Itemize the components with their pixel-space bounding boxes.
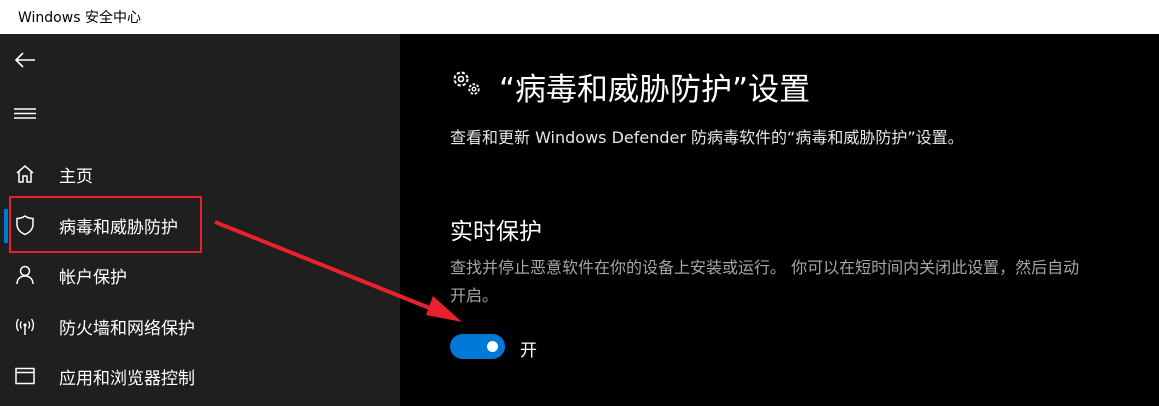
title-bar: Windows 安全中心 [0, 0, 1159, 34]
back-button[interactable] [10, 44, 42, 76]
toggle-knob [487, 341, 498, 352]
gears-icon [450, 68, 484, 98]
hamburger-icon [14, 108, 36, 119]
sidebar-item-firewall[interactable]: 防火墙和网络保护 [0, 302, 400, 350]
browser-window-icon [14, 365, 36, 387]
sidebar-item-label: 防火墙和网络保护 [59, 319, 195, 339]
antenna-icon [14, 315, 36, 337]
toggle-state-label: 开 [520, 341, 537, 361]
sidebar-item-label: 病毒和威胁防护 [59, 218, 178, 238]
sidebar-item-label: 帐户保护 [59, 268, 127, 288]
sidebar-item-label: 应用和浏览器控制 [59, 369, 195, 389]
sidebar-item-label: 主页 [59, 167, 93, 187]
selected-indicator [4, 209, 8, 243]
shield-icon [14, 214, 36, 236]
sidebar-item-account-protection[interactable]: 帐户保护 [0, 251, 400, 299]
page-description: 查看和更新 Windows Defender 防病毒软件的“病毒和威胁防护”设置… [450, 128, 964, 147]
section-title: 实时保护 [450, 219, 542, 245]
realtime-protection-toggle[interactable] [450, 334, 505, 359]
person-icon [14, 264, 36, 286]
main-content: “病毒和威胁防护”设置 查看和更新 Windows Defender 防病毒软件… [400, 34, 1159, 406]
arrow-left-icon [14, 52, 35, 68]
sidebar: 主页 病毒和威胁防护 帐户保护 防火墙和网络保护 应用和浏览器控制 [0, 34, 400, 406]
sidebar-item-home[interactable]: 主页 [0, 150, 400, 198]
window-title: Windows 安全中心 [18, 10, 141, 26]
page-title: “病毒和威胁防护”设置 [499, 72, 811, 108]
sidebar-item-virus-protection[interactable]: 病毒和威胁防护 [0, 201, 400, 249]
sidebar-item-app-browser-control[interactable]: 应用和浏览器控制 [0, 352, 400, 400]
home-icon [14, 163, 36, 185]
hamburger-menu-button[interactable] [10, 98, 42, 130]
section-description: 查找并停止恶意软件在你的设备上安装或运行。 你可以在短时间内关闭此设置，然后自动… [450, 258, 1080, 305]
